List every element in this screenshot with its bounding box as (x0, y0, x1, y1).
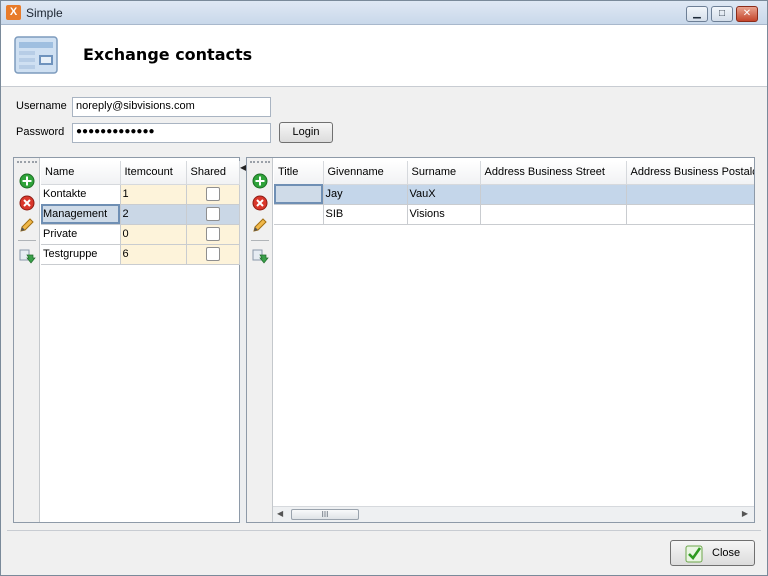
table-row[interactable]: Management 2 (41, 204, 240, 225)
export-icon[interactable] (251, 247, 269, 265)
login-button[interactable]: Login (279, 122, 333, 143)
street-cell[interactable] (480, 204, 627, 225)
group-name-cell[interactable]: Private (41, 224, 121, 245)
footer-divider (7, 530, 761, 531)
title-bar[interactable]: X Simple ▁ □ ✕ (1, 1, 767, 25)
itemcount-cell[interactable]: 0 (120, 224, 187, 245)
toolbar-separator (251, 240, 269, 241)
table-row[interactable]: Jay VauX (274, 184, 754, 205)
username-label: Username (16, 100, 67, 112)
column-header-givenname[interactable]: Givenname (323, 161, 408, 185)
shared-checkbox[interactable] (205, 187, 220, 201)
shared-checkbox[interactable] (205, 227, 220, 241)
add-icon[interactable] (251, 172, 269, 190)
groups-table[interactable]: Name Itemcount Shared Kontakte 1 Managem… (41, 161, 240, 265)
app-window: X Simple ▁ □ ✕ Exchange contacts Usernam… (0, 0, 768, 576)
maximize-button[interactable]: □ (711, 6, 733, 22)
page-title: Exchange contacts (83, 45, 253, 64)
password-label: Password (16, 126, 65, 138)
close-window-button[interactable]: ✕ (736, 6, 758, 22)
toolbar-grip[interactable] (250, 161, 270, 163)
title-cell[interactable] (274, 204, 324, 225)
horizontal-scrollbar[interactable]: ◀ III ▶ (273, 506, 754, 522)
groups-panel: Name Itemcount Shared Kontakte 1 Managem… (13, 157, 240, 523)
contacts-table[interactable]: Title Givenname Surname Address Business… (274, 161, 754, 225)
groups-toolbar (14, 158, 40, 522)
column-header-title[interactable]: Title (274, 161, 324, 185)
contacts-card-icon (14, 36, 58, 74)
group-name-cell[interactable]: Management (41, 204, 121, 225)
column-header-itemcount[interactable]: Itemcount (120, 161, 187, 185)
export-icon[interactable] (18, 247, 36, 265)
scroll-left-icon[interactable]: ◀ (277, 509, 283, 518)
shared-cell[interactable] (186, 244, 240, 265)
shared-cell[interactable] (186, 204, 240, 225)
contacts-viewport: Title Givenname Surname Address Business… (274, 161, 754, 507)
app-icon: X (6, 5, 21, 20)
givenname-cell[interactable]: SIB (323, 204, 408, 225)
username-field[interactable]: noreply@sibvisions.com (72, 97, 271, 117)
toolbar-separator (18, 240, 36, 241)
edit-icon[interactable] (251, 216, 269, 234)
column-header-surname[interactable]: Surname (407, 161, 481, 185)
delete-icon[interactable] (18, 194, 36, 212)
surname-cell[interactable]: Visions (407, 204, 481, 225)
table-row[interactable]: Testgruppe 6 (41, 244, 240, 265)
groups-header-row: Name Itemcount Shared (41, 161, 240, 185)
contacts-panel: Title Givenname Surname Address Business… (246, 157, 755, 523)
column-header-postalcode[interactable]: Address Business Postalcode (626, 161, 754, 185)
toolbar-grip[interactable] (17, 161, 37, 163)
table-row[interactable]: Kontakte 1 (41, 184, 240, 205)
group-name-cell[interactable]: Kontakte (41, 184, 121, 205)
postalcode-cell[interactable] (626, 204, 754, 225)
password-field[interactable]: ●●●●●●●●●●●●● (72, 123, 271, 143)
close-button-label: Close (712, 547, 741, 559)
shared-checkbox[interactable] (205, 247, 220, 261)
title-cell[interactable] (274, 184, 324, 205)
checkmark-icon (685, 545, 703, 563)
scroll-right-icon[interactable]: ▶ (742, 509, 748, 518)
delete-icon[interactable] (251, 194, 269, 212)
scroll-thumb[interactable]: III (291, 509, 359, 520)
shared-cell[interactable] (186, 224, 240, 245)
column-header-shared[interactable]: Shared (186, 161, 240, 185)
shared-checkbox[interactable] (205, 207, 220, 221)
itemcount-cell[interactable]: 1 (120, 184, 187, 205)
close-button[interactable]: Close (670, 540, 755, 566)
edit-icon[interactable] (18, 216, 36, 234)
add-icon[interactable] (18, 172, 36, 190)
window-title: Simple (26, 6, 63, 20)
itemcount-cell[interactable]: 2 (120, 204, 187, 225)
column-header-street[interactable]: Address Business Street (480, 161, 627, 185)
shared-cell[interactable] (186, 184, 240, 205)
minimize-button[interactable]: ▁ (686, 6, 708, 22)
postalcode-cell[interactable] (626, 184, 754, 205)
surname-cell[interactable]: VauX (407, 184, 481, 205)
contacts-header-row: Title Givenname Surname Address Business… (274, 161, 754, 185)
contacts-toolbar (247, 158, 273, 522)
column-header-name[interactable]: Name (41, 161, 121, 185)
table-row[interactable]: Private 0 (41, 224, 240, 245)
header-banner: Exchange contacts (1, 25, 767, 87)
group-name-cell[interactable]: Testgruppe (41, 244, 121, 265)
street-cell[interactable] (480, 184, 627, 205)
givenname-cell[interactable]: Jay (323, 184, 408, 205)
table-row[interactable]: SIB Visions (274, 204, 754, 225)
itemcount-cell[interactable]: 6 (120, 244, 187, 265)
